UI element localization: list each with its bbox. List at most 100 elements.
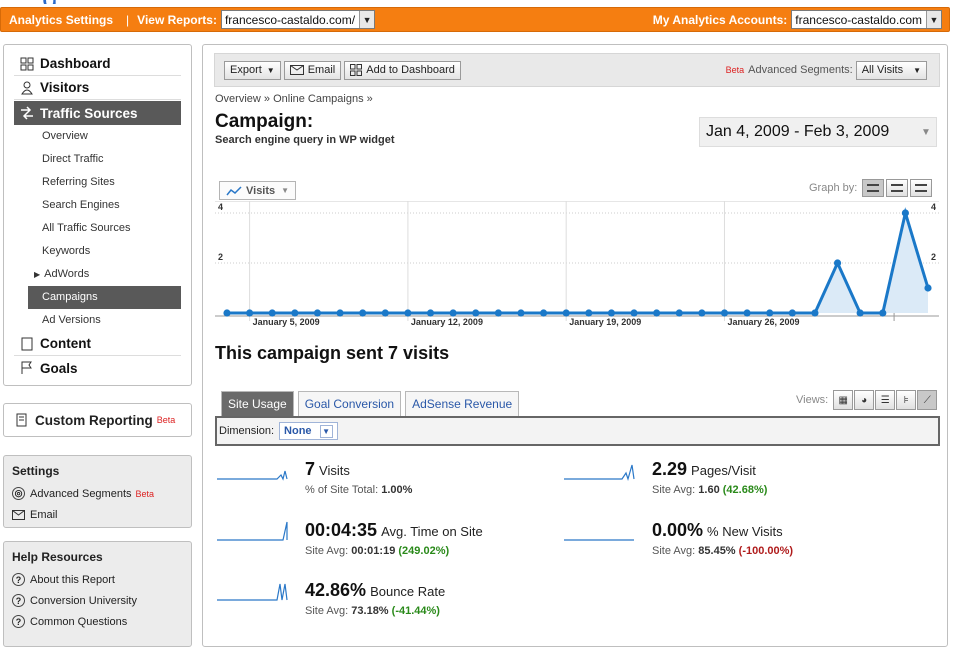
metric-visits[interactable]: 7 Visits % of Site Total: 1.00% (217, 459, 547, 509)
view-reports-select[interactable]: francesco-castaldo.com/▼ (220, 10, 376, 29)
help-about-report-link[interactable]: ? About this Report (12, 569, 183, 590)
separator: | (126, 12, 130, 27)
report-tabs: Site Usage Goal Conversion AdSense Reven… (221, 391, 523, 416)
performance-view-icon[interactable]: ☰ (875, 390, 896, 410)
my-accounts-select[interactable]: francesco-castaldo.com ▼ (791, 10, 942, 29)
breadcrumb[interactable]: Overview » Online Campaigns » (215, 93, 373, 105)
graph-by-week-button[interactable] (886, 179, 909, 197)
add-to-dashboard-button[interactable]: Add to Dashboard (344, 60, 461, 80)
visits-chart: 2 2 4 4 January 5, 2009 January 12, 2009 Janua… (215, 201, 939, 327)
data-point (223, 309, 231, 317)
data-point (901, 209, 909, 217)
email-link[interactable]: Email (12, 504, 183, 525)
help-conversion-university-link[interactable]: ? Conversion University (12, 590, 183, 611)
advanced-segments-link[interactable]: ◎ Advanced Segments Beta (12, 483, 183, 504)
analytics-settings-link[interactable]: Analytics Settings (9, 13, 113, 27)
dimension-select[interactable]: None ▼ (279, 422, 338, 440)
data-point (833, 259, 842, 267)
data-point (426, 309, 435, 317)
dashboard-icon (20, 57, 34, 70)
data-point (291, 309, 299, 317)
data-point (653, 309, 661, 317)
sidebar-subitem-overview[interactable]: Overview (14, 125, 181, 148)
traffic-arrows-icon (21, 106, 33, 120)
data-point (585, 309, 593, 317)
campaign-summary: This campaign sent 7 visits (215, 343, 450, 363)
sidebar-item-goals[interactable]: Goals (14, 356, 181, 380)
graph-metric-select[interactable]: Visits ▼ (219, 181, 297, 200)
sidebar-item-traffic-sources[interactable]: Traffic Sources (14, 101, 181, 125)
data-point (449, 309, 457, 317)
date-range-picker[interactable]: Jan 4, 2009 - Feb 3, 2009 ▼ (699, 117, 937, 147)
data-point (743, 309, 751, 317)
email-button[interactable]: Email (283, 60, 342, 80)
main-content: Export ▼ Email Add to Dashboard Beta Adva… (202, 44, 948, 647)
advanced-segments-select[interactable]: All Visits ▼ (855, 60, 927, 80)
data-point (359, 309, 367, 317)
expand-triangle-icon: ▶ (34, 270, 41, 279)
sidebar-subitem-direct-traffic[interactable]: Direct Traffic (14, 148, 181, 171)
sparkline (217, 521, 288, 541)
help-common-questions-link[interactable]: ? Common Questions (12, 611, 183, 632)
question-icon: ? (12, 615, 25, 628)
sidebar-item-dashboard[interactable]: Dashboard (14, 52, 181, 76)
tab-site-usage[interactable]: Site Usage (221, 391, 294, 416)
help-panel: Help Resources ? About this Report ? Conve… (3, 541, 192, 647)
graph-by-day-button[interactable] (862, 179, 885, 197)
orange-nav-bar: Analytics Settings | View Reports: franc… (0, 7, 950, 32)
graph-by-month-button[interactable] (910, 179, 933, 197)
sidebar-nav: Dashboard Visitors Traffic Sources Overv… (3, 44, 192, 386)
x-tick-label: January 5, 2009 (253, 317, 320, 327)
line-chart-icon (226, 185, 242, 195)
sidebar-item-content[interactable]: Content (14, 332, 181, 356)
sidebar-subitem-all-traffic-sources[interactable]: All Traffic Sources (14, 217, 181, 240)
chevron-down-icon: ▼ (281, 186, 290, 195)
x-tick-label: January 26, 2009 (727, 317, 799, 327)
sidebar-subitem-ad-versions[interactable]: Ad Versions (14, 309, 181, 332)
comparison-view-icon[interactable]: ⊧ (896, 390, 917, 410)
beta-badge: Beta (156, 415, 176, 425)
report-toolbar: Export ▼ Email Add to Dashboard Beta Adva… (214, 53, 940, 87)
metric-avg-time-on-site[interactable]: 00:04:35 Avg. Time on Site Site Avg: 00:0… (217, 520, 547, 570)
chevron-down-icon: ▼ (921, 126, 931, 138)
data-point (879, 309, 887, 317)
flag-icon (21, 361, 32, 374)
sidebar-subitem-keywords[interactable]: Keywords (14, 240, 181, 263)
x-tick-label: January 19, 2009 (569, 317, 641, 327)
y-tick-label-right: 4 (931, 202, 936, 212)
sidebar-subitem-campaigns[interactable]: Campaigns (28, 286, 181, 309)
data-point (246, 309, 254, 317)
dashboard-icon (350, 64, 363, 76)
metric-bounce-rate[interactable]: 42.86% Bounce Rate Site Avg: 73.18% (-41.… (217, 580, 547, 630)
views-controls: Views: ▦ ◕ ☰ ⊧ ⟋ (796, 390, 938, 410)
sparkline (217, 470, 288, 481)
sidebar-subitem-search-engines[interactable]: Search Engines (14, 194, 181, 217)
chevron-down-icon: ▼ (266, 65, 275, 75)
metric-new-visits[interactable]: 0.00%% New Visits Site Avg: 85.45% (-100… (564, 520, 894, 570)
chevron-down-icon: ▼ (359, 11, 375, 28)
pie-view-icon[interactable]: ◕ (854, 390, 875, 410)
sidebar-subitem-adwords[interactable]: ▶ AdWords (14, 263, 181, 286)
report-icon (16, 413, 27, 427)
export-button[interactable]: Export ▼ (224, 60, 281, 80)
data-point (268, 309, 276, 317)
data-point (630, 309, 638, 317)
custom-reporting-link[interactable]: Custom Reporting Beta (3, 403, 192, 437)
sidebar-item-visitors[interactable]: Visitors (14, 76, 181, 100)
table-view-icon[interactable]: ▦ (833, 390, 854, 410)
page-icon (21, 337, 33, 350)
data-point (856, 309, 864, 317)
metric-pages-per-visit[interactable]: 2.29 Pages/Visit Site Avg: 1.60 (42.68%) (564, 459, 894, 509)
tab-adsense-revenue[interactable]: AdSense Revenue (405, 391, 520, 416)
tab-goal-conversion[interactable]: Goal Conversion (297, 391, 402, 416)
sidebar-subitem-referring-sites[interactable]: Referring Sites (14, 171, 181, 194)
my-accounts-label: My Analytics Accounts: (652, 12, 788, 27)
settings-title: Settings (12, 464, 60, 478)
data-point (720, 309, 729, 317)
logo: g (0, 0, 90, 4)
beta-badge: Beta (725, 65, 745, 75)
chevron-down-icon: ▼ (319, 424, 333, 438)
envelope-icon (12, 509, 25, 520)
trend-view-icon[interactable]: ⟋ (917, 390, 938, 410)
data-point (607, 309, 616, 317)
